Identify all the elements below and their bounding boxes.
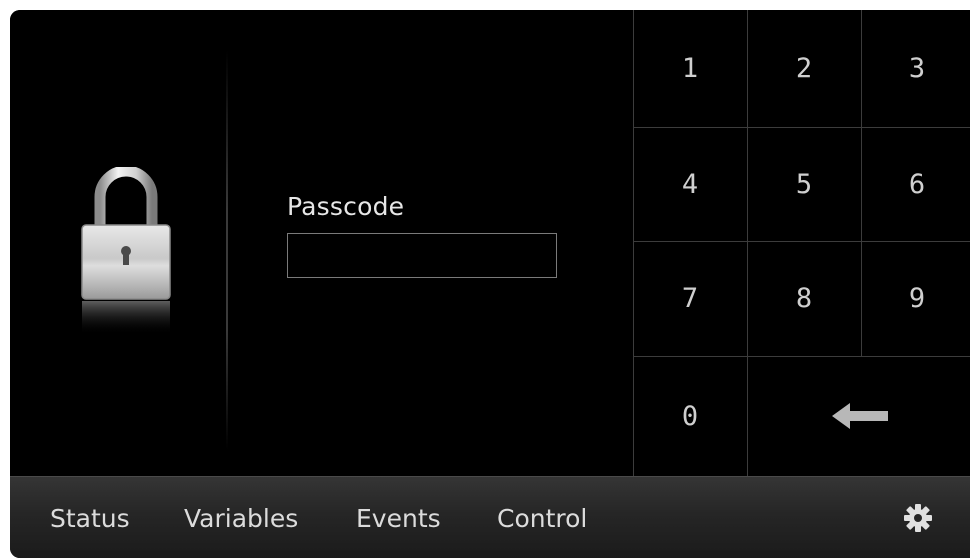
- key-0[interactable]: 0: [633, 356, 747, 476]
- nav-item-status[interactable]: Status: [50, 504, 130, 533]
- padlock-icon: [81, 167, 171, 335]
- device-screen: Passcode 1 2 3 4 5 6 7 8 9 0 Status Vari…: [10, 10, 970, 558]
- key-2[interactable]: 2: [747, 10, 861, 127]
- panel-divider: [226, 50, 228, 450]
- key-5[interactable]: 5: [747, 127, 861, 241]
- key-3[interactable]: 3: [861, 10, 970, 127]
- nav-item-control[interactable]: Control: [497, 504, 587, 533]
- key-8[interactable]: 8: [747, 241, 861, 356]
- passcode-input[interactable]: [287, 233, 557, 278]
- key-1[interactable]: 1: [633, 10, 747, 127]
- enter-button[interactable]: [747, 356, 970, 476]
- key-7[interactable]: 7: [633, 241, 747, 356]
- passcode-label: Passcode: [287, 192, 405, 221]
- key-9[interactable]: 9: [861, 241, 970, 356]
- enter-arrow-icon: [832, 403, 888, 429]
- key-6[interactable]: 6: [861, 127, 970, 241]
- gear-icon[interactable]: [903, 503, 933, 533]
- nav-item-variables[interactable]: Variables: [184, 504, 298, 533]
- key-4[interactable]: 4: [633, 127, 747, 241]
- numeric-keypad: 1 2 3 4 5 6 7 8 9 0: [633, 10, 970, 476]
- bottom-nav-bar: Status Variables Events Control: [10, 476, 970, 558]
- lock-screen: Passcode 1 2 3 4 5 6 7 8 9 0: [10, 10, 970, 476]
- nav-item-events[interactable]: Events: [356, 504, 441, 533]
